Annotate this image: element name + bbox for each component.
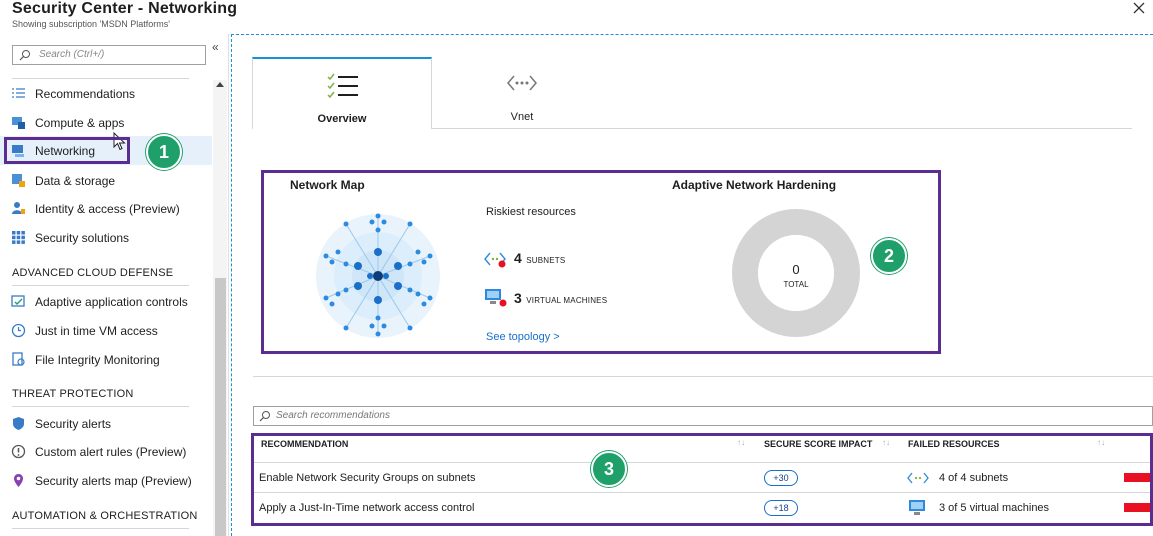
compute-icon	[12, 117, 25, 129]
sidebar-item-compute[interactable]: Compute & apps	[0, 108, 212, 137]
section-heading: THREAT PROTECTION	[12, 388, 134, 400]
section-divider	[253, 376, 1153, 377]
search-placeholder: Search recommendations	[276, 410, 390, 421]
divider	[12, 528, 189, 529]
sidebar-scrollbar[interactable]	[213, 80, 227, 536]
sidebar-item-label: Custom alert rules (Preview)	[35, 445, 187, 459]
sidebar-item-security-solutions[interactable]: Security solutions	[0, 223, 212, 252]
sidebar-item-label: Security solutions	[35, 231, 130, 245]
sidebar: « Search (Ctrl+/) Recommendations Comput…	[0, 34, 229, 536]
divider	[12, 285, 189, 286]
file-monitor-icon	[12, 352, 25, 366]
sidebar-item-custom-alert-rules[interactable]: Custom alert rules (Preview)	[0, 437, 212, 466]
search-icon	[19, 50, 30, 61]
page-subtitle: Showing subscription 'MSDN Platforms'	[12, 19, 170, 29]
tab-vnet[interactable]: Vnet	[432, 57, 612, 129]
sidebar-item-label: Data & storage	[35, 174, 116, 188]
sidebar-item-label: Adaptive application controls	[35, 295, 188, 309]
tab-label: Overview	[317, 113, 367, 125]
sidebar-item-label: Recommendations	[35, 87, 136, 101]
sidebar-item-recommendations[interactable]: Recommendations	[0, 79, 212, 108]
checklist-icon	[327, 73, 358, 99]
search-icon	[259, 411, 270, 422]
sidebar-item-identity[interactable]: Identity & access (Preview)	[0, 194, 212, 223]
callout-badge-2: 2	[871, 238, 907, 274]
section-heading: ADVANCED CLOUD DEFENSE	[12, 267, 174, 279]
tab-divider	[431, 128, 1132, 129]
search-placeholder: Search (Ctrl+/)	[39, 49, 105, 60]
alert-icon	[11, 444, 26, 459]
callout-badge-3: 3	[591, 451, 627, 487]
map-pin-icon	[14, 474, 23, 487]
sidebar-item-security-alerts[interactable]: Security alerts	[0, 409, 212, 438]
close-icon[interactable]	[1131, 0, 1147, 16]
identity-icon	[12, 202, 25, 214]
database-icon	[12, 174, 25, 187]
tab-overview[interactable]: Overview	[252, 57, 432, 129]
sidebar-item-label: Identity & access (Preview)	[35, 202, 180, 216]
vnet-icon	[507, 75, 537, 91]
sidebar-item-label: File Integrity Monitoring	[35, 353, 160, 367]
blade-header: Security Center - Networking Showing sub…	[0, 0, 1153, 34]
sidebar-item-jit-vm-access[interactable]: Just in time VM access	[0, 316, 212, 345]
callout-highlight-overview	[261, 170, 941, 354]
sidebar-search-input[interactable]: Search (Ctrl+/)	[12, 45, 206, 65]
scrollbar-thumb[interactable]	[215, 278, 226, 536]
shield-icon	[13, 417, 24, 430]
page-title: Security Center - Networking	[12, 0, 238, 17]
sidebar-item-label: Security alerts	[35, 417, 112, 431]
sidebar-item-label: Compute & apps	[35, 116, 125, 130]
recommendations-search-input[interactable]: Search recommendations	[253, 406, 1153, 426]
section-heading: AUTOMATION & ORCHESTRATION	[12, 510, 198, 522]
callout-highlight-networking	[4, 137, 130, 164]
grid-icon	[12, 231, 25, 244]
sidebar-item-adaptive-app-controls[interactable]: Adaptive application controls	[0, 287, 212, 316]
collapse-sidebar-button[interactable]: «	[212, 40, 219, 54]
tab-label: Vnet	[510, 111, 534, 123]
sidebar-item-label: Just in time VM access	[35, 324, 158, 338]
divider	[12, 406, 189, 407]
scroll-up-icon[interactable]	[216, 82, 224, 87]
clock-icon	[11, 323, 26, 338]
sidebar-item-file-integrity[interactable]: File Integrity Monitoring	[0, 345, 212, 374]
sidebar-item-label: Security alerts map (Preview)	[35, 474, 192, 488]
app-control-icon	[11, 295, 25, 307]
callout-badge-1: 1	[146, 134, 182, 170]
sidebar-item-data-storage[interactable]: Data & storage	[0, 166, 212, 195]
callout-highlight-recommendations	[251, 433, 1153, 526]
sidebar-item-alerts-map[interactable]: Security alerts map (Preview)	[0, 466, 212, 495]
list-icon	[12, 88, 25, 98]
